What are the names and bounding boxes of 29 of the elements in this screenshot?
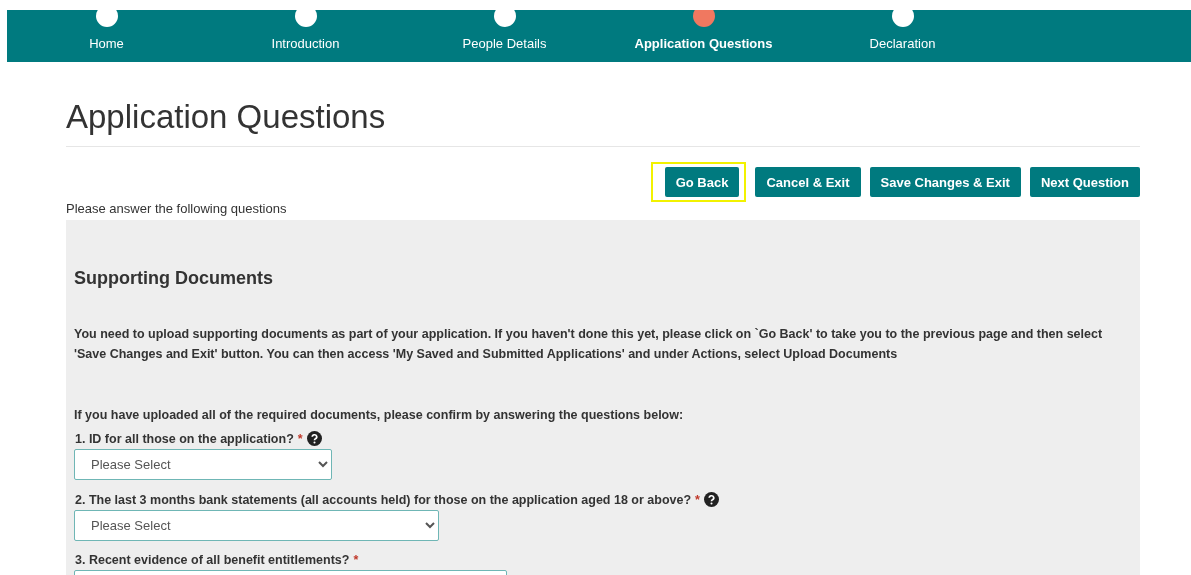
required-mark: * — [695, 492, 700, 507]
help-icon[interactable] — [306, 431, 322, 446]
action-button[interactable]: Save Changes & Exit — [869, 167, 1021, 197]
step-tab[interactable]: Application Questions — [604, 10, 803, 62]
instructions-text: Please answer the following questions — [66, 201, 288, 216]
page-title: Application Questions — [66, 98, 1140, 147]
action-button[interactable]: Cancel & Exit — [755, 167, 861, 197]
action-button[interactable]: Go Back — [664, 167, 740, 197]
required-mark: * — [353, 553, 359, 567]
help-icon[interactable] — [704, 492, 719, 507]
question-label: 2. The last 3 months bank statements (all accounts held) for those on the application aged 18 or above? — [75, 492, 692, 507]
required-mark: * — [297, 431, 303, 446]
step-dot — [294, 10, 317, 27]
intro-text: You need to upload supporting documents as part of your application. If you haven't done this yet, please click on `Go Back' to take you to the previous page and then select 'Save Changes and Exit' button. You can then access 'My Saved and Submitted Applications' and under Actions, select Upload Documents — [74, 326, 1104, 363]
step-dot — [692, 10, 715, 27]
answer-select[interactable]: Please Select — [74, 449, 332, 480]
step-tab[interactable]: Declaration — [803, 10, 1002, 62]
confirm-text: If you have uploaded all of the required documents, please confirm by answering the questions below: — [74, 407, 685, 424]
action-button[interactable]: Next Question — [1029, 167, 1140, 197]
answer-select[interactable]: Please Select — [74, 510, 439, 541]
step-tab[interactable]: Introduction — [206, 10, 405, 62]
question-label: 3. Recent evidence of all benefit entitlements? — [75, 553, 350, 567]
question-label: 1. ID for all those on the application? — [75, 431, 294, 446]
step-dot — [493, 10, 516, 27]
step-tab[interactable]: People Details — [405, 10, 604, 62]
step-dot — [891, 10, 914, 27]
step-dot — [95, 10, 118, 27]
step-tab[interactable]: Home — [7, 10, 206, 62]
section-heading: Supporting Documents — [74, 268, 274, 289]
